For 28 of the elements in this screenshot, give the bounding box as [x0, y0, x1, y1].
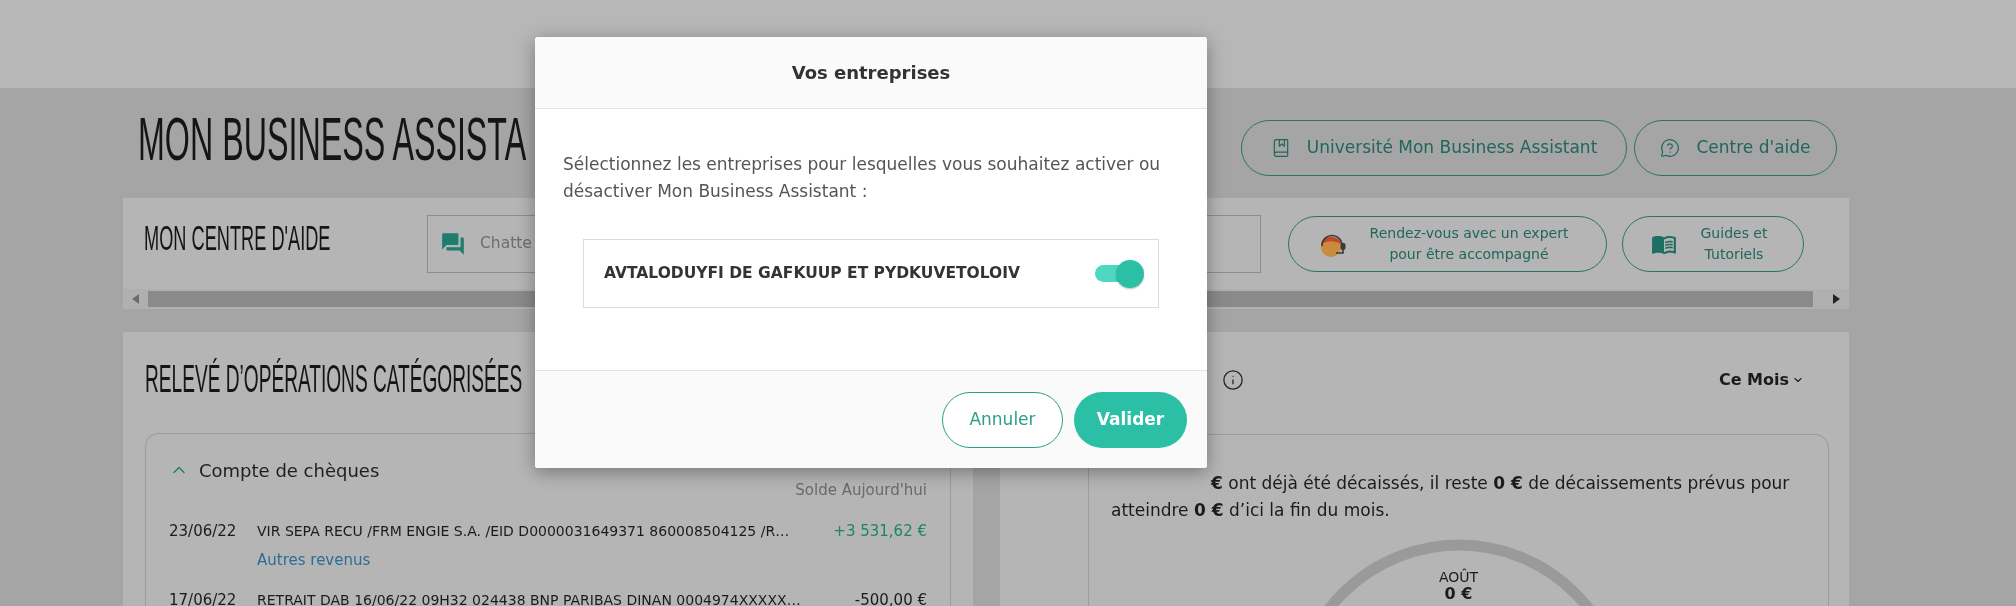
gauge-month: AOÛT — [1438, 569, 1479, 585]
operation-date: 17/06/22 — [169, 591, 238, 606]
operation-date: 23/06/22 — [169, 522, 238, 540]
chat-input[interactable]: Chatte — [480, 231, 534, 256]
operation-amount: -500,00 € — [853, 591, 927, 606]
operation-amount: +3 531,62 € — [832, 522, 927, 540]
period-dropdown[interactable]: Ce Mois — [1718, 368, 1804, 392]
help-center-title: MON CENTRE D'AIDE — [144, 220, 331, 255]
modal-message: Sélectionnez les entreprises pour lesquelles vous souhaitez activer ou désactiver Mon Business Assistant : — [563, 153, 1162, 203]
balance-label: Solde Aujourd'hui — [795, 481, 927, 499]
chat-bubbles-icon — [440, 230, 466, 257]
scroll-right-icon[interactable] — [1833, 294, 1840, 304]
modal-title: Vos entreprises — [791, 61, 951, 85]
operation-label: RETRAIT DAB 16/06/22 09H32 024438 BNP PARIBAS DINAN 0004974XXXXX… — [257, 591, 801, 606]
panel-title: RELEVÉ D’OPÉRATIONS CATÉGORISÉES — [145, 359, 523, 398]
account-name[interactable]: Compte de chèques — [199, 456, 380, 484]
operation-label: VIR SEPA RECU /FRM ENGIE S.A. /EID D0000031649371 860008504125 /R… — [257, 522, 790, 540]
scroll-left-icon[interactable] — [132, 294, 139, 304]
operation-category[interactable]: Autres revenus — [257, 551, 371, 569]
toggle-switch[interactable] — [1093, 259, 1144, 288]
cancel-button[interactable]: Annuler — [942, 392, 1063, 448]
forecast-summary: € ont déjà été décaissés, il reste 0 € de décaissements prévus pour atteindre 0 € d’ici la fin du mois. — [1111, 472, 1791, 522]
page-title: MON BUSINESS ASSISTA — [138, 108, 527, 170]
validate-button[interactable]: Valider — [1074, 392, 1187, 448]
company-name: AVTALODUYFI DE GAFKUUP ET PYDKUVETOLOIV — [604, 262, 1020, 284]
help-bubble-icon — [1660, 138, 1681, 158]
gauge-amount: 0 € — [1444, 585, 1473, 603]
info-icon[interactable] — [1222, 369, 1244, 391]
